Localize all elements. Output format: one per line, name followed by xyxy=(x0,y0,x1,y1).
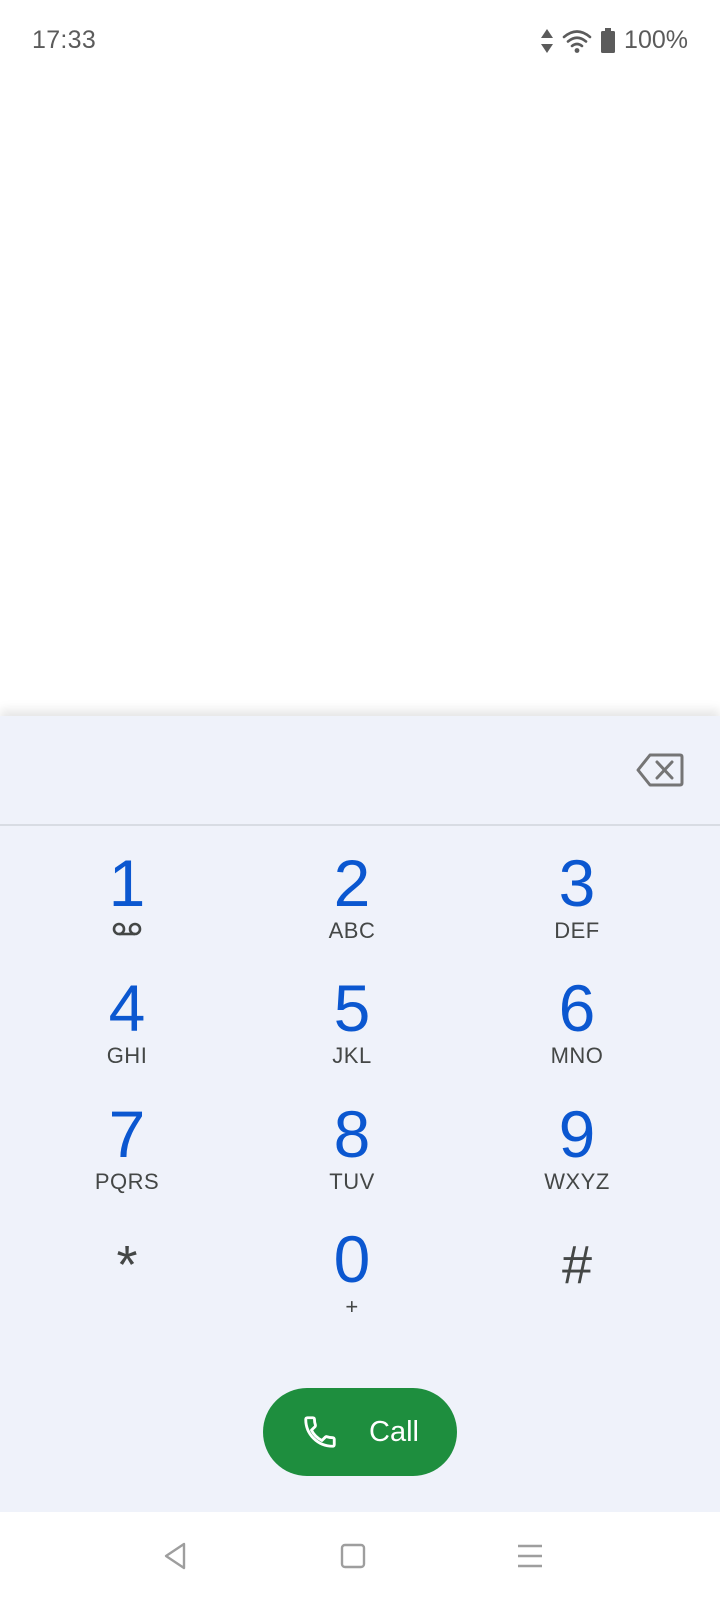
battery-percent: 100% xyxy=(624,26,688,54)
status-bar: 17:33 100% xyxy=(0,0,720,80)
key-letters: + xyxy=(345,1294,359,1319)
key-digit: 6 xyxy=(558,971,596,1045)
key-6[interactable]: 6 MNO xyxy=(477,975,677,1085)
key-digit: 7 xyxy=(108,1097,146,1171)
key-digit: 4 xyxy=(108,971,146,1045)
backspace-button[interactable] xyxy=(636,752,684,788)
navigation-bar xyxy=(0,1512,720,1600)
digits-row xyxy=(0,716,720,826)
key-digit: 2 xyxy=(333,846,371,920)
key-1[interactable]: 1 xyxy=(27,850,227,960)
key-letters: JKL xyxy=(332,1043,372,1068)
voicemail-icon xyxy=(112,922,142,936)
nav-back-button[interactable] xyxy=(154,1534,198,1578)
wifi-icon xyxy=(562,29,592,53)
key-3[interactable]: 3 DEF xyxy=(477,850,677,960)
key-symbol: * xyxy=(116,1235,138,1295)
status-time: 17:33 xyxy=(32,26,97,54)
nav-home-button[interactable] xyxy=(331,1534,375,1578)
key-digit: 0 xyxy=(333,1222,371,1296)
key-letters: ABC xyxy=(328,918,376,943)
status-indicators: 100% xyxy=(540,26,688,55)
key-5[interactable]: 5 JKL xyxy=(252,975,452,1085)
call-label: Call xyxy=(369,1415,419,1448)
key-digit: 1 xyxy=(108,846,146,920)
back-triangle-icon xyxy=(164,1542,186,1570)
key-letters: GHI xyxy=(106,1043,148,1068)
key-symbol: # xyxy=(561,1235,593,1295)
dialer-content-area xyxy=(0,80,720,716)
menu-lines-icon xyxy=(518,1544,542,1568)
key-digit: 9 xyxy=(558,1097,596,1171)
nav-recents-button[interactable] xyxy=(508,1534,552,1578)
home-square-icon xyxy=(340,1543,366,1569)
key-letters: DEF xyxy=(554,918,600,943)
key-4[interactable]: 4 GHI xyxy=(27,975,227,1085)
phone-icon xyxy=(304,1416,336,1448)
key-letters: TUV xyxy=(329,1169,375,1194)
key-star[interactable]: * xyxy=(27,1226,227,1336)
backspace-icon xyxy=(636,753,684,787)
key-digit: 8 xyxy=(333,1097,371,1171)
key-9[interactable]: 9 WXYZ xyxy=(477,1101,677,1211)
data-arrows-icon xyxy=(541,28,554,53)
digits-field[interactable] xyxy=(40,742,600,798)
key-8[interactable]: 8 TUV xyxy=(252,1101,452,1211)
key-letters: WXYZ xyxy=(544,1169,610,1194)
key-hash[interactable]: # xyxy=(477,1226,677,1336)
call-button[interactable]: Call xyxy=(263,1388,457,1476)
key-0[interactable]: 0 + xyxy=(252,1226,452,1336)
battery-icon xyxy=(601,27,616,53)
key-letters: MNO xyxy=(550,1043,604,1068)
key-2[interactable]: 2 ABC xyxy=(252,850,452,960)
key-digit: 5 xyxy=(333,971,371,1045)
key-letters: PQRS xyxy=(94,1169,160,1194)
key-7[interactable]: 7 PQRS xyxy=(27,1101,227,1211)
key-digit: 3 xyxy=(558,846,596,920)
